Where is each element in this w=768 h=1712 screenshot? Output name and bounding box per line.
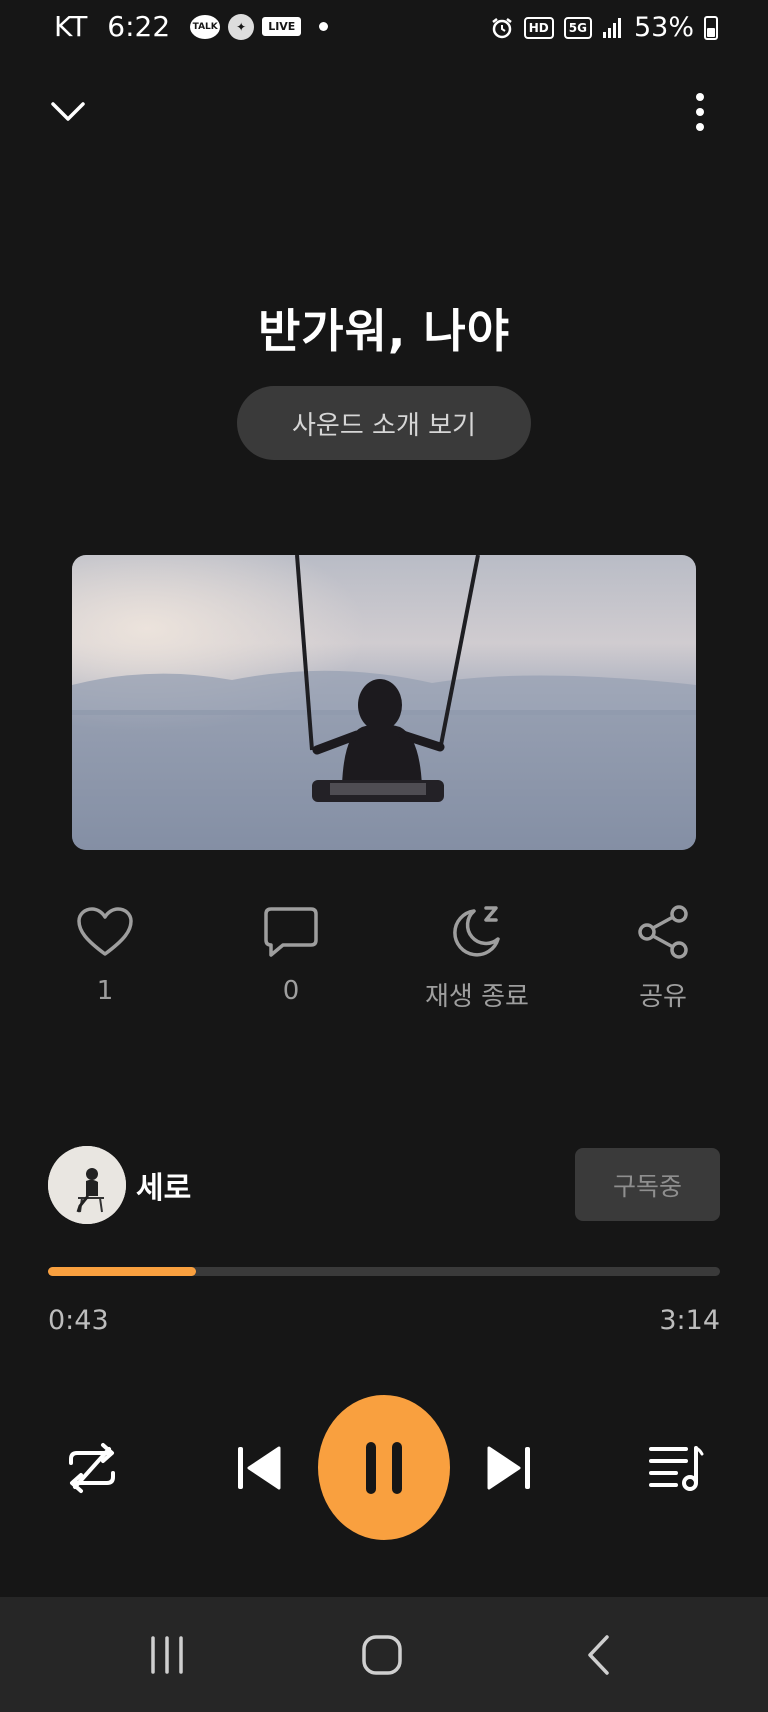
home-button[interactable]: [352, 1627, 412, 1683]
more-notifications-dot: [319, 22, 329, 31]
status-left: KT 6:22 TALK ✦ LIVE: [54, 10, 329, 43]
status-right: HD 5G 53%: [490, 12, 718, 43]
cover-image: [72, 555, 696, 850]
back-icon: [588, 1635, 609, 1675]
repeat-button[interactable]: [60, 1436, 124, 1500]
subscribe-button[interactable]: 구독중: [575, 1148, 720, 1221]
skip-next-icon: [487, 1446, 530, 1490]
action-row: 1 0 재생 종료 공유: [0, 900, 768, 1013]
sound-intro-button[interactable]: 사운드 소개 보기: [237, 386, 531, 460]
recent-apps-button[interactable]: [137, 1627, 197, 1683]
battery-percent: 53%: [633, 12, 694, 43]
app-notification-icon: ✦: [228, 13, 255, 40]
battery-icon: [704, 15, 718, 40]
avatar: [48, 1146, 126, 1224]
system-nav-bar: [0, 1597, 768, 1712]
creator-info[interactable]: 세로: [48, 1146, 191, 1224]
more-vertical-icon: [696, 93, 704, 131]
track-title: 반가워, 나야: [257, 304, 511, 358]
comment-icon: [259, 900, 323, 964]
comment-button[interactable]: 0: [211, 900, 371, 1006]
chevron-down-icon: [51, 102, 85, 121]
sleep-timer-icon: [445, 900, 509, 964]
live-icon: LIVE: [262, 17, 302, 36]
talk-icon: TALK: [190, 14, 221, 39]
home-icon: [362, 1635, 402, 1675]
signal-icon: [602, 17, 621, 38]
elapsed-time: 0:43: [48, 1305, 109, 1336]
sleep-timer-button[interactable]: 재생 종료: [397, 900, 557, 1013]
sleep-timer-label: 재생 종료: [425, 982, 529, 1012]
more-options-button[interactable]: [676, 88, 724, 136]
like-count: 1: [96, 976, 114, 1006]
status-bar: KT 6:22 TALK ✦ LIVE HD 5G 53%: [0, 0, 768, 60]
progress-bar[interactable]: [48, 1267, 720, 1276]
repeat-off-icon: [69, 1443, 115, 1493]
heart-icon: [73, 900, 137, 964]
share-icon: [631, 900, 695, 964]
playlist-icon: [649, 1446, 704, 1491]
notification-icons: TALK ✦ LIVE: [190, 13, 329, 40]
back-button[interactable]: [568, 1627, 628, 1683]
network-type-icon: 5G: [563, 16, 592, 39]
next-button[interactable]: [476, 1440, 540, 1496]
share-label: 공유: [639, 982, 687, 1012]
pause-icon: [366, 1441, 402, 1494]
playlist-button[interactable]: [644, 1436, 708, 1500]
recent-apps-icon: [151, 1636, 183, 1674]
carrier-label: KT: [54, 10, 88, 43]
creator-name: 세로: [136, 1171, 192, 1206]
alarm-icon: [492, 17, 512, 38]
progress-fill: [48, 1267, 196, 1276]
clock: 6:22: [107, 10, 171, 43]
hd-icon: HD: [523, 16, 554, 39]
previous-button[interactable]: [228, 1440, 292, 1496]
like-button[interactable]: 1: [25, 900, 185, 1006]
collapse-button[interactable]: [44, 88, 92, 136]
share-button[interactable]: 공유: [583, 900, 743, 1013]
player-screen: KT 6:22 TALK ✦ LIVE HD 5G 53% 반가워, 나야 사운…: [0, 0, 768, 1712]
total-time: 3:14: [659, 1305, 720, 1336]
comment-count: 0: [282, 976, 300, 1006]
pause-button[interactable]: [318, 1395, 450, 1540]
skip-previous-icon: [238, 1446, 281, 1490]
